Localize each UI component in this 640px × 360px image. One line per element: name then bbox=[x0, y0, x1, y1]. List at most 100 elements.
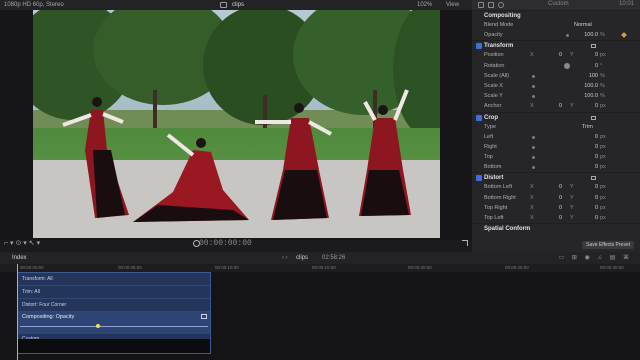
section-title: Distort bbox=[484, 175, 504, 182]
scale-slider[interactable] bbox=[532, 74, 535, 78]
inspector-duration: 10:01 bbox=[618, 1, 634, 7]
crop-checkbox[interactable] bbox=[476, 114, 482, 121]
ruler-mark: 00:00:10:00 bbox=[215, 265, 239, 270]
scale-x-value[interactable]: 100.0 bbox=[582, 81, 598, 91]
info-tab-icon[interactable] bbox=[498, 2, 504, 8]
opacity-curve[interactable] bbox=[20, 326, 208, 327]
scale-y-value[interactable]: 100.0 bbox=[582, 91, 598, 101]
anchor-y-field[interactable]: 0 bbox=[584, 101, 598, 111]
blend-mode-row: Blend Mode Normal bbox=[472, 20, 640, 30]
position-y-field[interactable]: 0 bbox=[584, 50, 598, 60]
distort-checkbox[interactable] bbox=[476, 175, 482, 182]
transform-lane[interactable]: Transform: All bbox=[18, 273, 210, 286]
scale-x-row: Scale X 100.0 % bbox=[472, 81, 640, 91]
transform-checkbox[interactable] bbox=[476, 43, 482, 50]
opacity-row: Opacity 100.0 % bbox=[472, 30, 640, 40]
playhead[interactable] bbox=[17, 264, 18, 360]
view-menu[interactable]: View bbox=[446, 0, 459, 10]
spatial-conform-section[interactable]: Spatial Conform bbox=[472, 223, 640, 233]
top-right-row: Top Right X 0 Y 0 px bbox=[484, 204, 606, 211]
scale-y-row: Scale Y 100.0 % bbox=[472, 91, 640, 101]
transform-section[interactable]: Transform bbox=[472, 40, 640, 50]
timeline-header: Index ‹ › clips 02:58:26 ▭ ⊞ ◉ ♫ ▤ ⌘ bbox=[0, 252, 640, 264]
video-inspector: Custom 10:01 Compositing Blend Mode Norm… bbox=[472, 0, 640, 252]
project-duration: 02:58:26 bbox=[322, 255, 346, 261]
ruler-mark: 00:00:05:00 bbox=[118, 265, 142, 270]
project-name[interactable]: clips bbox=[296, 252, 308, 264]
crop-top-slider[interactable] bbox=[532, 156, 535, 160]
ruler-mark: 00:00:00:00 bbox=[20, 265, 44, 270]
clip-video-thumbnail[interactable] bbox=[18, 339, 210, 353]
viewer-controls: ⌐ ▾ ⊙ ▾ ↖ ▾ 00:00:00:00 bbox=[0, 238, 472, 250]
project-title: clips bbox=[232, 2, 245, 8]
inspector-header: Custom 10:01 bbox=[472, 0, 640, 10]
clip-icon bbox=[220, 2, 227, 8]
bottom-right-row: Bottom Right X 0 Y 0 px bbox=[484, 194, 606, 201]
crop-top-row: Top 0 px bbox=[484, 154, 606, 161]
index-button[interactable]: Index bbox=[12, 252, 27, 264]
blend-mode-popup[interactable]: Normal bbox=[574, 20, 592, 30]
dancers bbox=[62, 89, 411, 222]
timeline-ruler[interactable]: 00:00:00:00 00:00:05:00 00:00:10:00 00:0… bbox=[0, 264, 640, 272]
section-title: Compositing bbox=[484, 13, 521, 19]
position-row: Position X 0 Y 0 px bbox=[472, 50, 640, 60]
crop-type-popup[interactable]: Trim bbox=[582, 122, 593, 132]
distort-lane[interactable]: Distort: Four Corner bbox=[18, 299, 210, 312]
crop-left-slider[interactable] bbox=[532, 135, 535, 139]
timeline-area[interactable]: Transform: All Trim: All Distort: Four C… bbox=[0, 272, 640, 360]
compositing-section[interactable]: Compositing bbox=[472, 10, 640, 20]
crop-left-row: Left 0 px bbox=[484, 133, 606, 140]
section-title: Crop bbox=[484, 114, 498, 121]
onscreen-controls-icon[interactable] bbox=[591, 44, 596, 49]
rotation-value[interactable]: 0 bbox=[582, 61, 598, 71]
zoom-menu[interactable]: 102% bbox=[417, 0, 432, 10]
opacity-value[interactable]: 100.0 bbox=[582, 30, 598, 40]
scale-all-row: Scale (All) 100 % bbox=[472, 71, 640, 81]
viewer: ⌐ ▾ ⊙ ▾ ↖ ▾ 00:00:00:00 bbox=[0, 10, 472, 248]
scale-y-slider[interactable] bbox=[532, 95, 535, 99]
timeline-tools-icon[interactable]: ▭ ⊞ ◉ ♫ ▤ ⌘ bbox=[559, 252, 632, 264]
section-title: Transform bbox=[484, 43, 514, 50]
distort-section[interactable]: Distort bbox=[472, 172, 640, 182]
scale-x-slider[interactable] bbox=[532, 84, 535, 88]
video-frame[interactable] bbox=[33, 10, 440, 238]
crop-bottom-row: Bottom 0 px bbox=[484, 164, 606, 171]
color-tab-icon[interactable] bbox=[488, 2, 494, 8]
inspector-clip-name: Custom bbox=[548, 1, 569, 7]
history-nav-icon[interactable]: ‹ › bbox=[282, 252, 288, 264]
compositing-lane[interactable]: Compositing: Opacity bbox=[18, 312, 210, 334]
fullscreen-icon[interactable] bbox=[462, 240, 468, 246]
ruler-mark: 00:00:20:00 bbox=[408, 265, 432, 270]
trim-lane[interactable]: Trim: All bbox=[18, 286, 210, 299]
opacity-slider[interactable] bbox=[566, 34, 569, 38]
format-label: 1080p HD 60p, Stereo bbox=[4, 2, 64, 8]
transform-tools-icon[interactable]: ⌐ ▾ ⊙ ▾ ↖ ▾ bbox=[4, 239, 40, 247]
crop-right-slider[interactable] bbox=[532, 145, 535, 149]
bottom-left-row: Bottom Left X 0 Y 0 px bbox=[484, 184, 606, 191]
keyframe-menu-icon[interactable] bbox=[201, 314, 207, 319]
rotation-row: Rotation 0 ° bbox=[472, 61, 640, 71]
save-effects-preset-button[interactable]: Save Effects Preset bbox=[582, 241, 634, 249]
keyframe-marker[interactable] bbox=[96, 324, 100, 328]
ruler-mark: 00:00:15:00 bbox=[312, 265, 336, 270]
scale-all-value[interactable]: 100 bbox=[582, 71, 598, 81]
timecode-display[interactable]: 00:00:00:00 bbox=[199, 239, 252, 248]
crop-bottom-slider[interactable] bbox=[532, 166, 535, 170]
top-left-row: Top Left X 0 Y 0 px bbox=[484, 215, 606, 221]
anchor-x-field[interactable]: 0 bbox=[550, 101, 562, 111]
crop-right-row: Right 0 px bbox=[484, 143, 606, 150]
crop-section[interactable]: Crop bbox=[472, 111, 640, 122]
crop-controls-icon[interactable] bbox=[591, 115, 596, 120]
compositing-lane-label: Compositing: Opacity bbox=[22, 314, 75, 320]
keyframe-icon[interactable] bbox=[621, 32, 627, 39]
section-title: Spatial Conform bbox=[484, 226, 531, 233]
crop-type-row: Type Trim bbox=[472, 122, 640, 132]
video-tab-icon[interactable] bbox=[478, 2, 484, 8]
distort-controls-icon[interactable] bbox=[591, 176, 596, 181]
anchor-row: Anchor X 0 Y 0 px bbox=[472, 101, 640, 111]
timeline-clip[interactable]: Transform: All Trim: All Distort: Four C… bbox=[17, 272, 211, 354]
position-x-field[interactable]: 0 bbox=[550, 50, 562, 60]
ruler-mark: 00:00:30:00 bbox=[600, 265, 624, 270]
rotation-dial[interactable] bbox=[564, 62, 570, 69]
ruler-mark: 00:00:25:00 bbox=[505, 265, 529, 270]
